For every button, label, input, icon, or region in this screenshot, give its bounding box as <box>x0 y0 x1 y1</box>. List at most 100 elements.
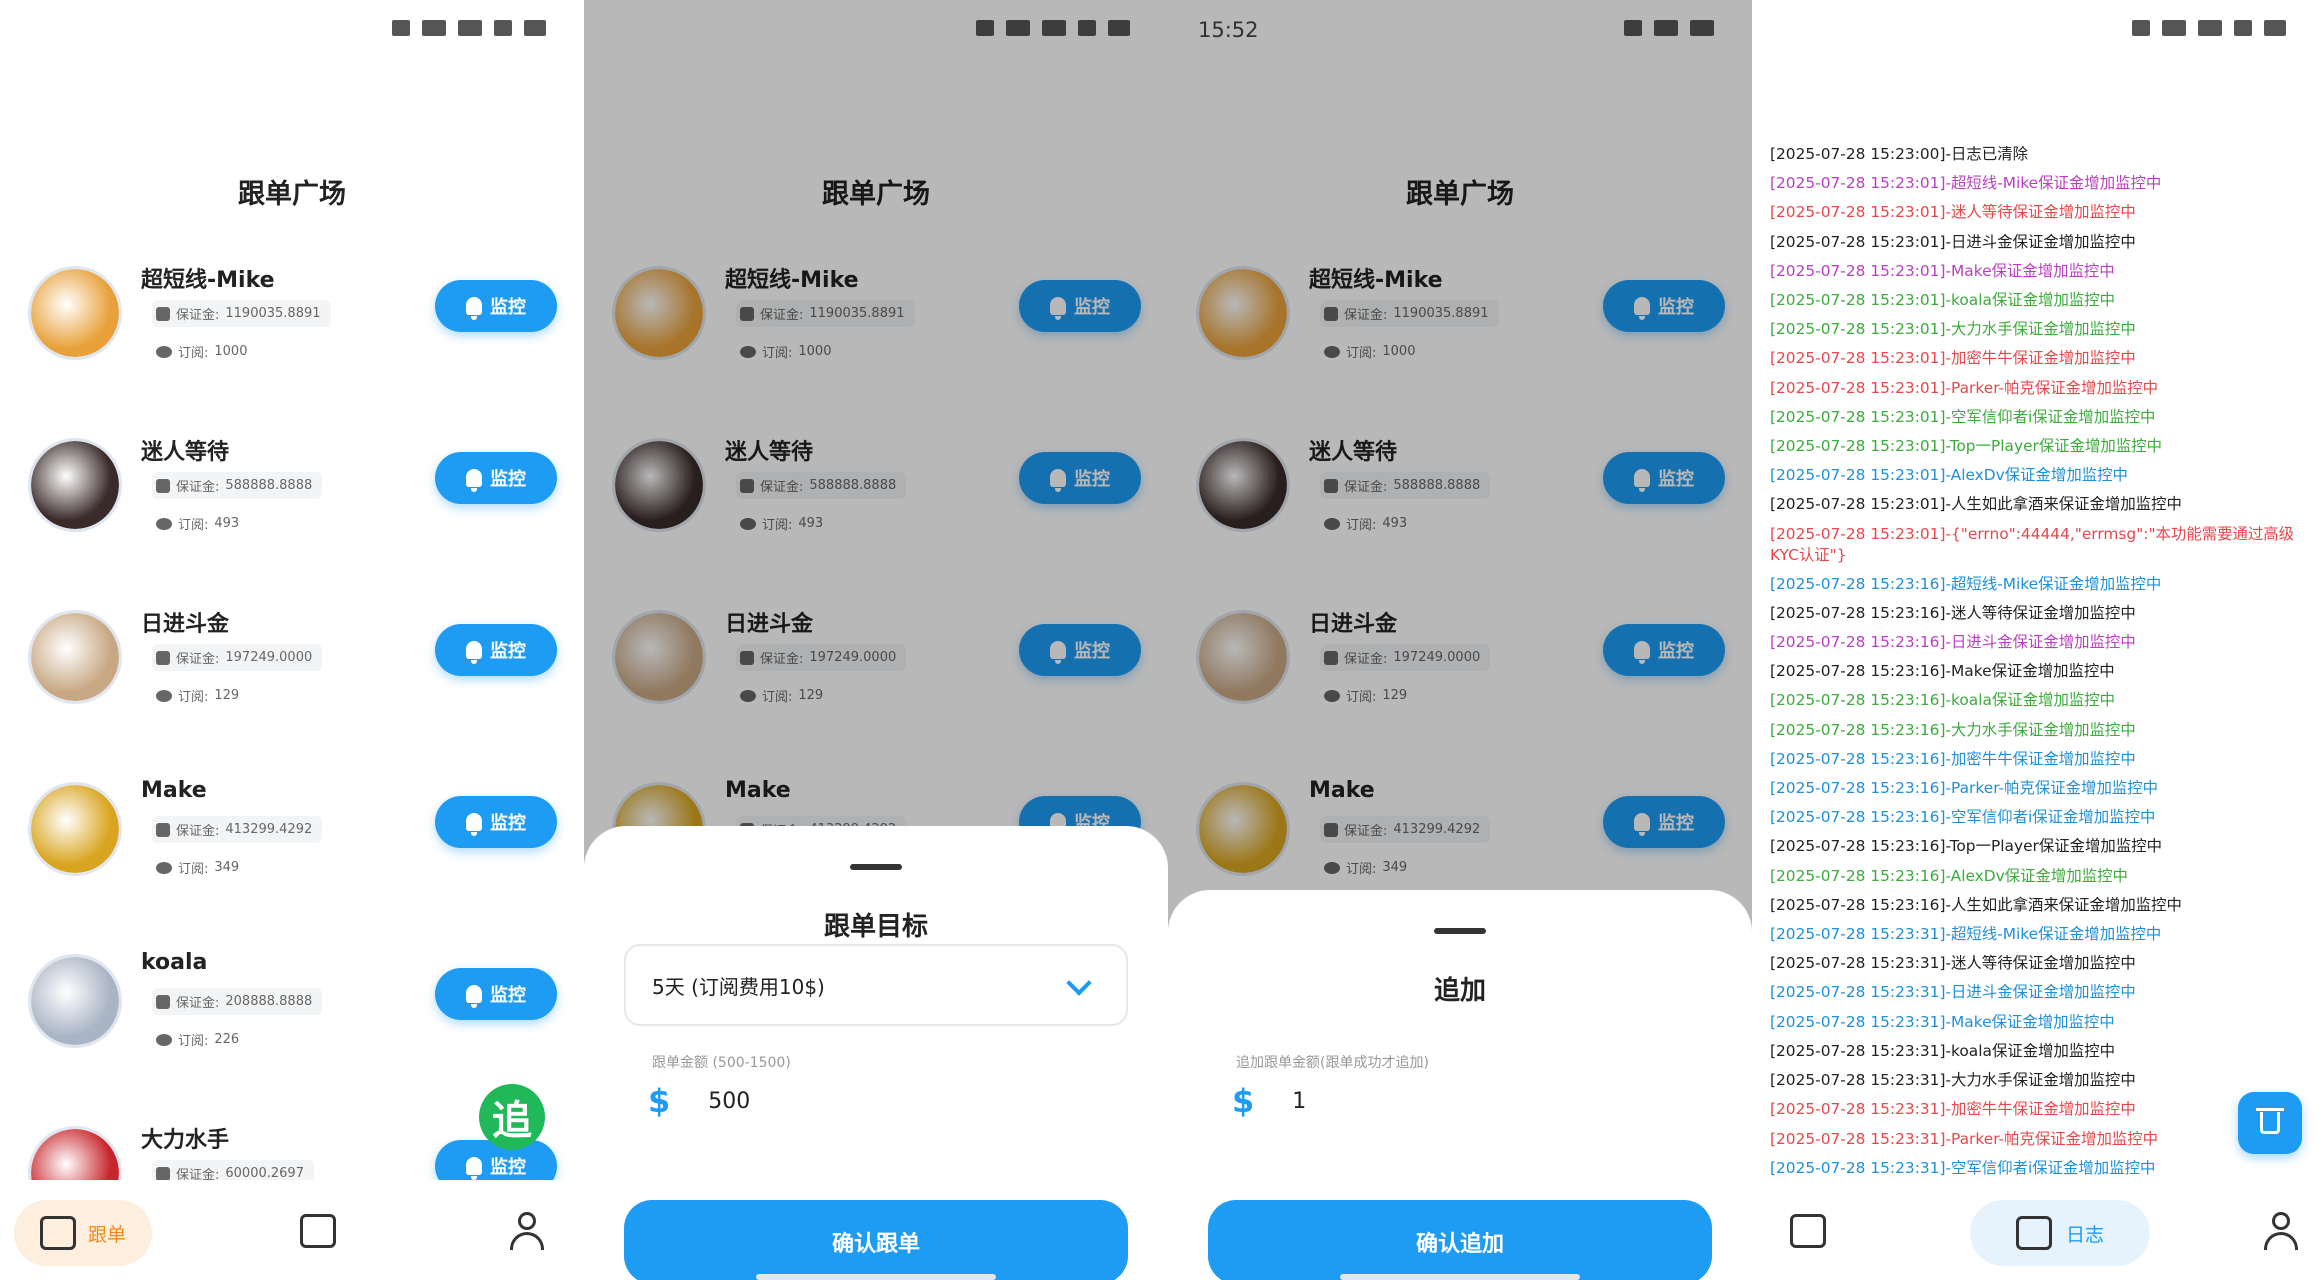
wallet-icon <box>156 650 170 665</box>
sheet-handle[interactable] <box>1434 928 1486 934</box>
monitor-button[interactable]: 监控 <box>435 280 557 332</box>
user-icon[interactable] <box>2264 1212 2298 1250</box>
log-line: [2025-07-28 15:23:01]-Make保证金增加监控中 <box>1770 261 2115 280</box>
log-line: [2025-07-28 15:23:01]-人生如此拿酒来保证金增加监控中 <box>1770 495 2182 514</box>
margin-value: 197249.0000 <box>225 650 313 665</box>
log-line: [2025-07-28 15:23:16]-大力水手保证金增加监控中 <box>1770 720 2136 739</box>
monitor-button[interactable]: 监控 <box>435 624 557 676</box>
user-icon[interactable] <box>510 1212 544 1250</box>
log-line: [2025-07-28 15:23:31]-大力水手保证金增加监控中 <box>1770 1071 2136 1090</box>
trader-name: 超短线-Mike <box>141 268 275 293</box>
subs-prefix: 订阅: <box>178 862 209 877</box>
trader-row[interactable]: Make 保证金: 413299.4292 订阅: 349 监控 <box>0 766 584 938</box>
chevron-down-icon <box>1066 970 1092 996</box>
log-line: [2025-07-28 15:23:16]-Make保证金增加监控中 <box>1770 662 2115 681</box>
subs-tag: 订阅: 226 <box>152 1026 249 1053</box>
calendar-icon[interactable] <box>300 1214 336 1248</box>
screen-follow-plaza: 跟单广场 超短线-Mike 保证金: 1190035.8891 订阅: 1000 监控… <box>0 0 584 1280</box>
confirm-follow-button[interactable]: 确认跟单 <box>624 1200 1128 1280</box>
log-line: [2025-07-28 15:23:16]-迷人等待保证金增加监控中 <box>1770 603 2136 622</box>
avatar-image <box>31 613 119 701</box>
avatar-image <box>31 441 119 529</box>
margin-prefix: 保证金: <box>176 308 220 323</box>
wallet-icon <box>156 1166 170 1181</box>
log-line: [2025-07-28 15:23:01]-迷人等待保证金增加监控中 <box>1770 203 2136 222</box>
chart-icon[interactable] <box>1790 1214 1826 1248</box>
amount-hint: 追加跟单金额(跟单成功才追加) <box>1236 1055 1429 1071</box>
monitor-label: 监控 <box>490 641 526 662</box>
status-icons <box>392 20 546 36</box>
dollar-icon: $ <box>1232 1082 1255 1120</box>
log-line: [2025-07-28 15:23:31]-koala保证金增加监控中 <box>1770 1041 2116 1060</box>
subs-tag: 订阅: 129 <box>152 682 249 709</box>
gesture-bar <box>756 1274 996 1280</box>
trader-row[interactable]: koala 保证金: 208888.8888 订阅: 226 监控 <box>0 938 584 1110</box>
amount-field[interactable]: $ 1 <box>1232 1082 1306 1120</box>
amount-hint: 跟单金额 (500-1500) <box>652 1055 791 1071</box>
amount-field[interactable]: $ 500 <box>648 1082 750 1120</box>
status-bar <box>1752 0 2324 60</box>
nav-log-tab[interactable]: 日志 <box>1970 1200 2150 1266</box>
trader-name: koala <box>141 950 208 975</box>
follow-target-sheet: 跟单目标 5天 (订阅费用10$) 跟单金额 (500-1500) $ 500 … <box>584 826 1168 1280</box>
wallet-icon <box>156 994 170 1009</box>
subs-tag: 订阅: 349 <box>152 854 249 881</box>
trash-icon <box>2256 1108 2284 1111</box>
bottom-nav: 日志 <box>1752 1180 2324 1280</box>
plan-select[interactable]: 5天 (订阅费用10$) <box>624 944 1128 1026</box>
avatar <box>28 438 122 532</box>
log-line: [2025-07-28 15:23:31]-Make保证金增加监控中 <box>1770 1012 2115 1031</box>
log-line: [2025-07-28 15:23:16]-人生如此拿酒来保证金增加监控中 <box>1770 895 2182 914</box>
log-line: [2025-07-28 15:23:16]-日进斗金保证金增加监控中 <box>1770 633 2136 652</box>
log-line: [2025-07-28 15:23:31]-日进斗金保证金增加监控中 <box>1770 983 2136 1002</box>
clear-log-button[interactable] <box>2238 1092 2302 1154</box>
monitor-button[interactable]: 监控 <box>435 968 557 1020</box>
trader-name: Make <box>141 778 207 803</box>
confirm-add-button[interactable]: 确认追加 <box>1208 1200 1712 1280</box>
log-line: [2025-07-28 15:23:16]-Top一Player保证金增加监控中 <box>1770 837 2162 856</box>
subs-value: 129 <box>214 688 240 703</box>
trader-row[interactable]: 迷人等待 保证金: 588888.8888 订阅: 493 监控 <box>0 422 584 594</box>
gesture-bar <box>1340 1274 1580 1280</box>
log-line: [2025-07-28 15:23:16]-Parker-帕克保证金增加监控中 <box>1770 779 2159 798</box>
margin-tag: 保证金: 413299.4292 <box>152 816 323 843</box>
avatar-image <box>31 957 119 1045</box>
status-bar <box>0 0 584 60</box>
sheet-title: 追加 <box>1433 976 1486 1006</box>
log-line: [2025-07-28 15:23:01]-日进斗金保证金增加监控中 <box>1770 232 2136 251</box>
log-list: [2025-07-28 15:23:00]-日志已清除 [2025-07-28 1… <box>1770 140 2302 1183</box>
monitor-button[interactable]: 监控 <box>435 452 557 504</box>
trader-row[interactable]: 日进斗金 保证金: 197249.0000 订阅: 129 监控 <box>0 594 584 766</box>
avatar-image <box>31 269 119 357</box>
margin-prefix: 保证金: <box>176 480 220 495</box>
amount-value[interactable]: 500 <box>708 1089 750 1114</box>
bottom-nav: 跟单 <box>0 1180 584 1280</box>
margin-tag: 保证金: 197249.0000 <box>152 644 323 671</box>
subs-value: 349 <box>214 860 240 875</box>
subs-tag: 订阅: 1000 <box>152 338 257 365</box>
add-sheet: 追加 追加跟单金额(跟单成功才追加) $ 1 确认追加 <box>1168 890 1752 1280</box>
nav-follow-tab[interactable]: 跟单 <box>14 1200 152 1266</box>
log-line: [2025-07-28 15:23:01]-Top一Player保证金增加监控中 <box>1770 437 2162 456</box>
avatar <box>28 954 122 1048</box>
bell-icon <box>466 469 482 492</box>
chase-float-button[interactable]: 追 <box>479 1084 545 1150</box>
sheet-handle[interactable] <box>850 864 902 870</box>
avatar <box>28 610 122 704</box>
margin-tag: 保证金: 208888.8888 <box>152 988 323 1015</box>
margin-value: 208888.8888 <box>225 994 313 1009</box>
monitor-button[interactable]: 监控 <box>435 796 557 848</box>
amount-value[interactable]: 1 <box>1292 1089 1306 1114</box>
nav-log-label: 日志 <box>2065 1223 2104 1246</box>
margin-value: 60000.2697 <box>225 1166 304 1181</box>
bell-icon <box>466 1157 482 1180</box>
status-icons <box>2132 20 2286 36</box>
trader-row[interactable]: 超短线-Mike 保证金: 1190035.8891 订阅: 1000 监控 <box>0 250 584 422</box>
bell-icon <box>466 985 482 1008</box>
log-line: [2025-07-28 15:23:01]-大力水手保证金增加监控中 <box>1770 320 2136 339</box>
log-line: [2025-07-28 15:23:01]-空军信仰者i保证金增加监控中 <box>1770 407 2156 426</box>
log-line: [2025-07-28 15:23:31]-超短线-Mike保证金增加监控中 <box>1770 925 2162 944</box>
subs-value: 493 <box>214 516 240 531</box>
avatar <box>28 266 122 360</box>
log-line: [2025-07-28 15:23:00]-日志已清除 <box>1770 145 2028 163</box>
